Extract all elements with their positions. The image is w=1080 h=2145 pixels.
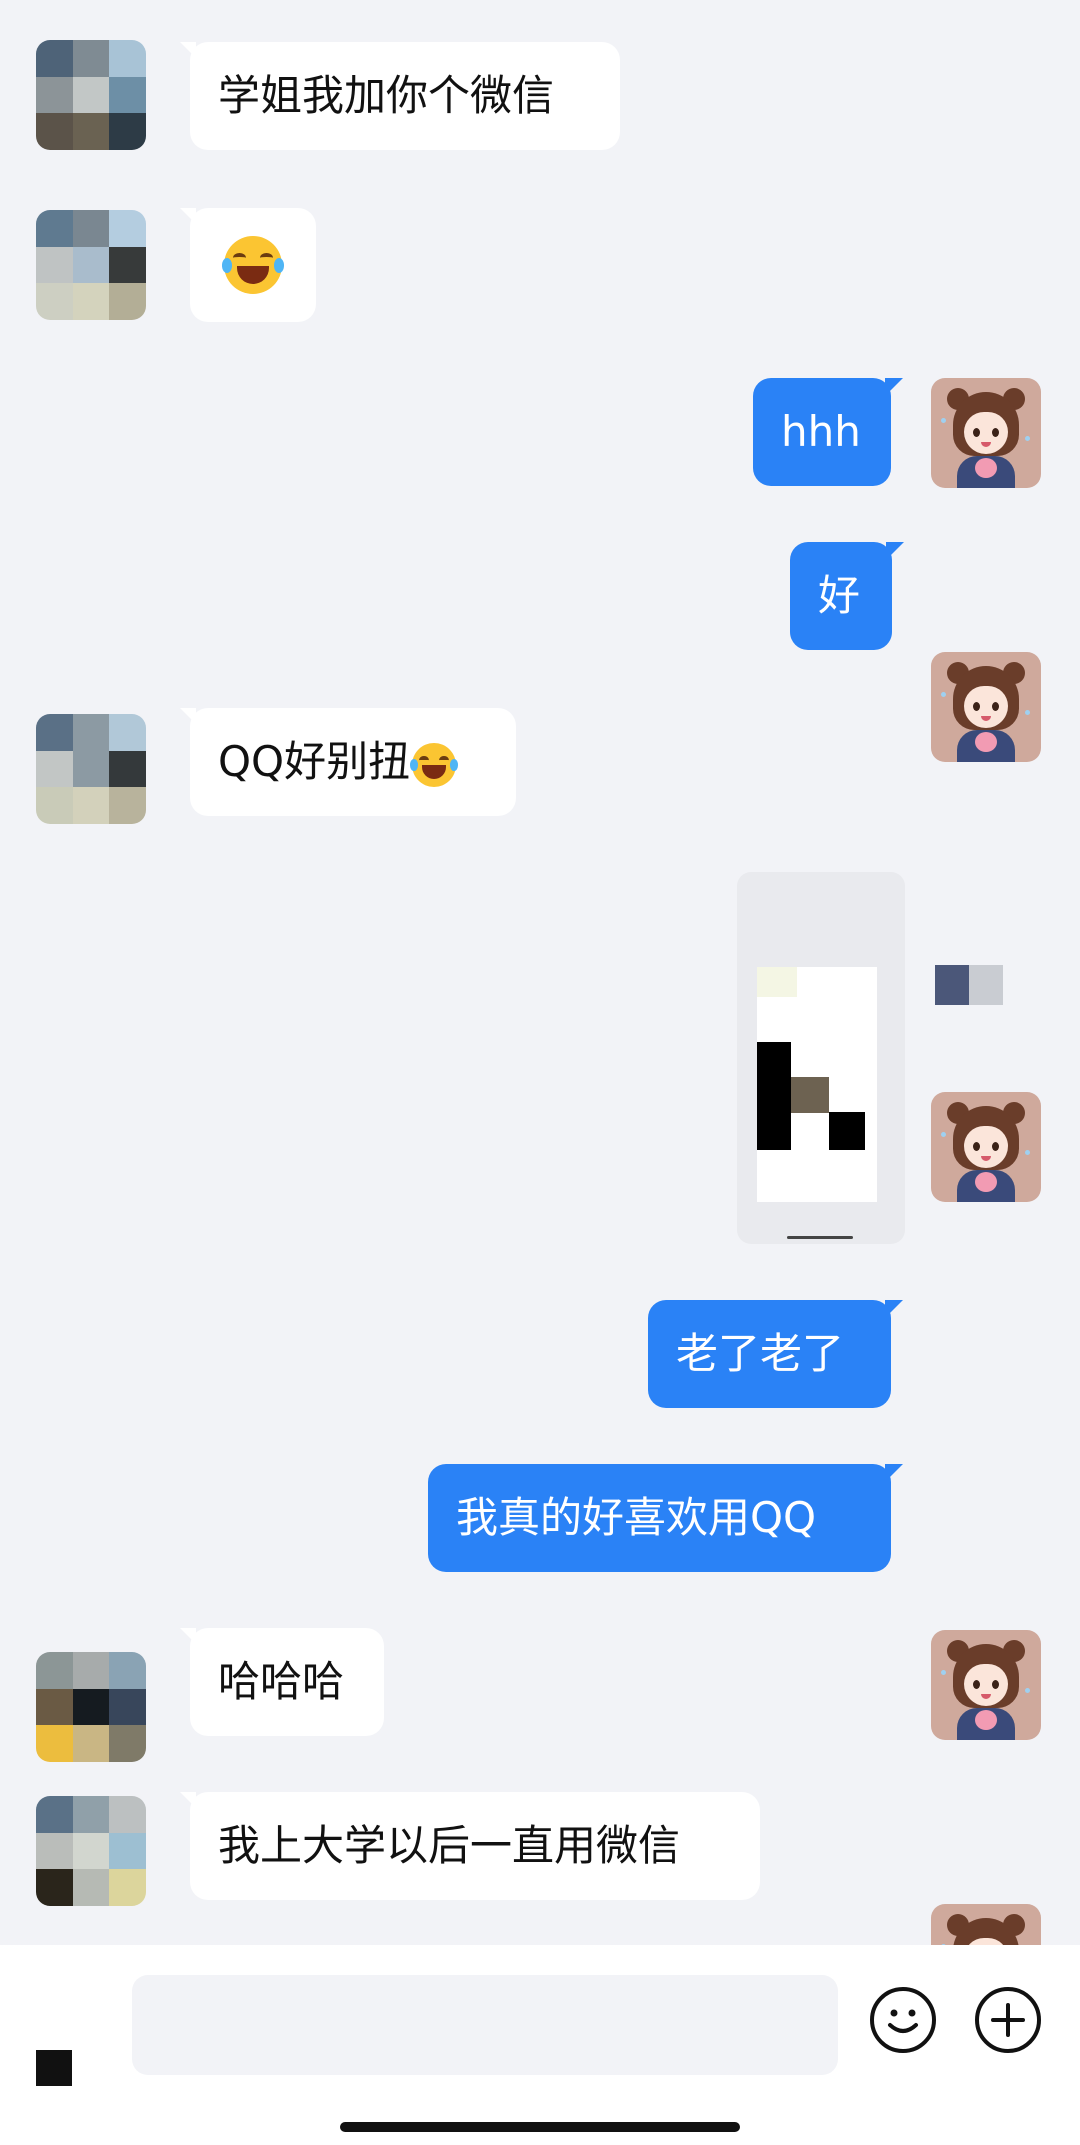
chat-message-list[interactable]: 学姐我加你个微信 hhh 好 QQ好别扭 老了老了 我真的好喜欢用QQ 哈哈哈 … [0,0,1080,2014]
message-bubble-outgoing[interactable]: 好 [790,542,904,650]
image-status-bar [745,876,897,900]
message-text: 我上大学以后一直用微信 [218,1821,681,1870]
smiley-icon [888,2009,918,2033]
message-text: 老了老了 [676,1329,845,1378]
contact-avatar[interactable] [36,714,146,824]
message-text: 哈哈哈 [218,1657,345,1706]
message-bubble-outgoing[interactable]: 老了老了 [648,1300,903,1408]
my-avatar[interactable] [931,652,1041,762]
message-text: hhh [781,407,861,456]
input-bar [0,1945,1080,2145]
message-text: 我真的好喜欢用QQ [456,1493,817,1542]
keyboard-toggle-icon[interactable] [36,2050,72,2086]
message-text: 学姐我加你个微信 [218,71,555,120]
message-bubble-incoming[interactable] [180,208,316,322]
message-bubble-incoming[interactable]: 哈哈哈 [180,1628,384,1736]
message-bubble-incoming[interactable]: 学姐我加你个微信 [180,42,620,150]
message-bubble-incoming[interactable]: QQ好别扭 [180,708,516,816]
tears-of-joy-emoji [410,742,458,787]
more-actions-button[interactable] [975,1987,1041,2053]
contact-avatar[interactable] [36,40,146,150]
shared-screenshot-image[interactable] [737,872,905,1244]
pixelated-block [935,965,969,1005]
my-avatar[interactable] [931,378,1041,488]
message-input[interactable] [132,1975,838,2075]
home-indicator[interactable] [340,2122,740,2132]
contact-avatar[interactable] [36,1652,146,1762]
message-bubble-outgoing[interactable]: hhh [753,378,903,486]
my-avatar[interactable] [931,1630,1041,1740]
message-text: 好 [818,571,861,620]
plus-icon [991,2003,1025,2037]
message-text: QQ好别扭 [218,737,411,786]
emoji-button[interactable] [870,1987,936,2053]
my-avatar[interactable] [931,1092,1041,1202]
pixelated-block [969,965,1003,1005]
tears-of-joy-emoji [221,236,285,294]
message-bubble-incoming[interactable]: 我上大学以后一直用微信 [180,1792,760,1900]
contact-avatar[interactable] [36,1796,146,1906]
contact-avatar[interactable] [36,210,146,320]
message-bubble-outgoing[interactable]: 我真的好喜欢用QQ [428,1464,903,1572]
